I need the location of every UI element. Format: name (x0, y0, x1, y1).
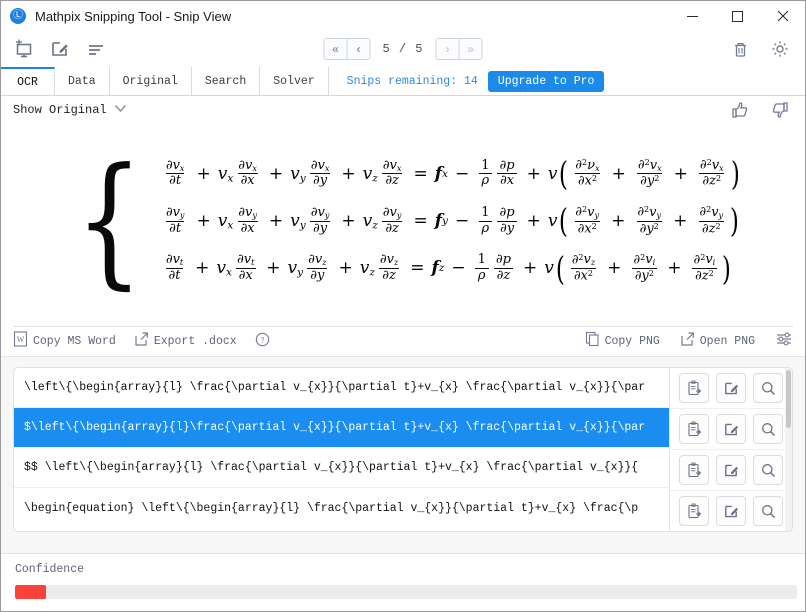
upgrade-to-pro-button[interactable]: Upgrade to Pro (487, 70, 605, 92)
latex-row-2[interactable]: $\left\{\begin{array}{l}\frac{\partial v… (14, 408, 669, 448)
prev-page-button[interactable]: ‹ (346, 39, 370, 59)
close-button[interactable] (760, 1, 805, 31)
results-scrollbar-thumb[interactable] (786, 370, 791, 428)
copy-icon (585, 331, 600, 351)
left-brace: { (75, 138, 144, 304)
export-action-bar: W Copy MS Word Export .docx ? Copy PNG O… (1, 326, 805, 357)
show-original-row: Show Original (1, 96, 805, 124)
list-view-icon[interactable] (83, 36, 109, 62)
page-counter: 5 / 5 (382, 42, 424, 56)
latex-row-4[interactable]: \begin{equation} \left\{\begin{array}{l}… (14, 488, 669, 528)
export-docx-button[interactable]: Export .docx (134, 331, 237, 351)
minimize-button[interactable] (670, 1, 715, 31)
trash-icon[interactable] (727, 36, 753, 62)
toolbar-icon-group (11, 36, 109, 62)
confidence-bar-track (15, 585, 797, 599)
thumbs-up-icon[interactable] (727, 97, 753, 123)
row-actions-3 (670, 450, 792, 491)
external-link-icon (680, 331, 695, 351)
snips-remaining-label: Snips remaining: 14 (346, 74, 478, 88)
latex-results-card: \left\{\begin{array}{l} \frac{\partial v… (13, 367, 793, 532)
svg-text:?: ? (260, 334, 264, 344)
confidence-section: Confidence (1, 553, 805, 611)
latex-row-3[interactable]: $$ \left\{\begin{array}{l} \frac{\partia… (14, 448, 669, 488)
edit-snip-icon[interactable] (47, 36, 73, 62)
tab-data[interactable]: Data (55, 67, 110, 95)
edit-icon[interactable] (716, 373, 746, 403)
confidence-label: Confidence (15, 563, 85, 576)
latex-results-panel: \left\{\begin{array}{l} \frac{\partial v… (1, 357, 805, 553)
page-navigation: « ‹ 5 / 5 › » (323, 38, 483, 60)
render-settings-button[interactable] (775, 331, 793, 351)
rendered-equation-area: { ∂vx ∂t + vx ∂vx ∂x + vy ∂vx ∂y + vz ∂vx ∂z = f… (1, 124, 805, 327)
copy-to-clipboard-icon[interactable] (679, 414, 709, 444)
window-title: Mathpix Snipping Tool - Snip View (35, 8, 232, 24)
sliders-icon (775, 331, 793, 351)
row-actions-1 (670, 368, 792, 409)
question-circle-icon: ? (255, 332, 270, 351)
app-logo-icon: Ⓛ (10, 8, 26, 24)
first-page-button[interactable]: « (324, 39, 347, 59)
title-bar: Ⓛ Mathpix Snipping Tool - Snip View (1, 1, 805, 31)
chevron-down-icon[interactable] (114, 104, 127, 116)
pager-prev-group: « ‹ (323, 38, 371, 60)
equation-row-y: ∂vy ∂t + vx ∂vy ∂x + vy ∂vy ∂y + vz ∂vy ∂z = f y … (165, 201, 740, 241)
search-icon[interactable] (753, 414, 783, 444)
toolbar-right-icons (727, 36, 793, 62)
main-toolbar: « ‹ 5 / 5 › » (1, 31, 805, 67)
equation-render-box: { ∂vx ∂t + vx ∂vx ∂x + vy ∂vx ∂y + vz ∂vx ∂z = f… (13, 124, 793, 327)
gear-icon[interactable] (767, 36, 793, 62)
tab-ocr[interactable]: OCR (1, 67, 55, 95)
tab-solver[interactable]: Solver (260, 67, 329, 95)
confidence-bar-fill (15, 585, 47, 599)
app-window: Ⓛ Mathpix Snipping Tool - Snip View « ‹ … (0, 0, 806, 612)
edit-icon[interactable] (716, 414, 746, 444)
copy-to-clipboard-icon[interactable] (679, 496, 709, 526)
last-page-button[interactable]: » (458, 39, 482, 59)
copy-png-button[interactable]: Copy PNG (585, 331, 660, 351)
tab-original[interactable]: Original (109, 67, 192, 95)
latex-rows: \left\{\begin{array}{l} \frac{\partial v… (14, 368, 669, 531)
latex-row-1[interactable]: \left\{\begin{array}{l} \frac{\partial v… (14, 368, 669, 408)
open-png-button[interactable]: Open PNG (680, 331, 755, 351)
copy-ms-word-label: Copy MS Word (33, 334, 116, 348)
window-controls (670, 1, 805, 31)
copy-ms-word-button[interactable]: W Copy MS Word (13, 331, 116, 351)
word-doc-icon: W (13, 331, 28, 351)
edit-icon[interactable] (716, 455, 746, 485)
tab-bar: OCR Data Original Search Solver Snips re… (1, 67, 805, 96)
row-actions-2 (670, 409, 792, 450)
search-icon[interactable] (753, 455, 783, 485)
pager-next-group: › » (435, 38, 483, 60)
external-link-icon (134, 331, 149, 351)
equation-row-z: ∂vt ∂t + vx ∂vt ∂x + vy ∂vz ∂y + vz ∂vz ∂z = f z … (165, 248, 732, 288)
copy-png-label: Copy PNG (604, 334, 660, 348)
new-snip-icon[interactable] (11, 36, 37, 62)
tab-search[interactable]: Search (191, 67, 261, 95)
feedback-group (727, 97, 793, 123)
equation-rows: ∂vx ∂t + vx ∂vx ∂x + vy ∂vx ∂y + vz ∂vx ∂z = f x … (161, 153, 742, 288)
latex-row-actions (669, 368, 792, 531)
navier-stokes-equation: { ∂vx ∂t + vx ∂vx ∂x + vy ∂vx ∂y + vz ∂vx ∂z = f… (64, 138, 742, 304)
help-button[interactable]: ? (255, 332, 270, 351)
png-actions: Copy PNG Open PNG (565, 331, 793, 351)
search-icon[interactable] (753, 496, 783, 526)
next-page-button[interactable]: › (436, 39, 459, 59)
results-scrollbar[interactable] (785, 368, 792, 531)
equation-row-x: ∂vx ∂t + vx ∂vx ∂x + vy ∂vx ∂y + vz ∂vx ∂z = f x … (165, 153, 740, 193)
maximize-button[interactable] (715, 1, 760, 31)
svg-text:W: W (17, 335, 25, 344)
copy-to-clipboard-icon[interactable] (679, 373, 709, 403)
thumbs-down-icon[interactable] (767, 97, 793, 123)
row-actions-4 (670, 491, 792, 531)
search-icon[interactable] (753, 373, 783, 403)
open-png-label: Open PNG (699, 334, 755, 348)
edit-icon[interactable] (716, 496, 746, 526)
copy-to-clipboard-icon[interactable] (679, 455, 709, 485)
show-original-label[interactable]: Show Original (13, 103, 107, 117)
export-docx-label: Export .docx (153, 334, 237, 348)
